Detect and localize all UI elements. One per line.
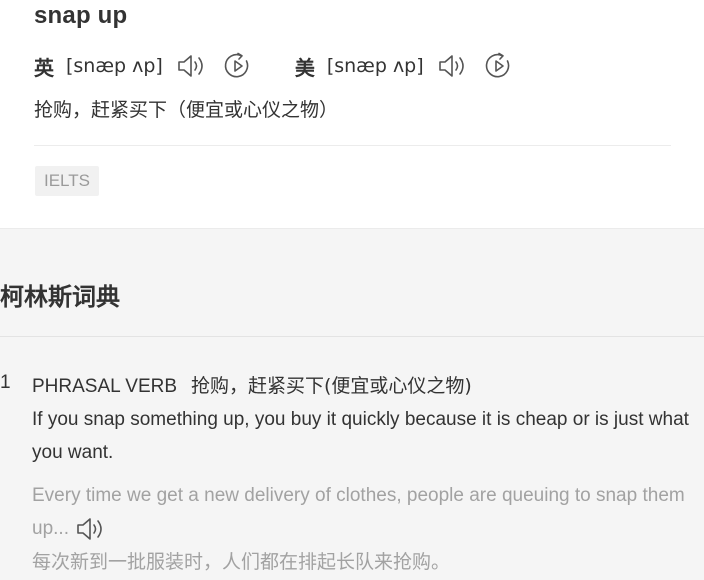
us-replay-icon[interactable] bbox=[482, 51, 516, 81]
sense-entry: PHRASAL VERB 抢购，赶紧买下(便宜或心仪之物) If you snap… bbox=[32, 371, 702, 579]
basic-definition: 抢购，赶紧买下（便宜或心仪之物） bbox=[34, 99, 339, 121]
uk-replay-icon[interactable] bbox=[221, 51, 255, 81]
example-speaker-icon[interactable] bbox=[75, 515, 107, 543]
divider bbox=[34, 145, 671, 146]
divider bbox=[0, 336, 704, 337]
sense-heading: PHRASAL VERB 抢购，赶紧买下(便宜或心仪之物) bbox=[32, 371, 702, 402]
example-translation: 每次新到一批服装时，人们都在排起长队来抢购。 bbox=[32, 551, 451, 573]
example-english: Every time we get a new delivery of clot… bbox=[32, 485, 685, 539]
uk-phonetic: [snæp ʌp] bbox=[66, 55, 163, 77]
us-phonetic: [snæp ʌp] bbox=[326, 55, 424, 77]
uk-speaker-icon[interactable] bbox=[175, 51, 209, 81]
pronunciation-row: 英 [snæp ʌp] 美 [snæp ʌp] bbox=[34, 50, 528, 82]
us-speaker-icon[interactable] bbox=[436, 51, 470, 81]
exam-tag[interactable]: IELTS bbox=[35, 166, 99, 196]
word-header-card: snap up 英 [snæp ʌp] 美 [snæp ʌp] 抢购，赶紧买下（… bbox=[0, 0, 704, 228]
part-of-speech: PHRASAL VERB bbox=[32, 376, 178, 397]
section-title: 柯林斯词典 bbox=[0, 283, 120, 311]
us-label: 美 bbox=[294, 55, 315, 80]
example-sentence: Every time we get a new delivery of clot… bbox=[32, 479, 702, 545]
sense-number: 1 bbox=[0, 372, 11, 393]
uk-label: 英 bbox=[34, 55, 54, 80]
chinese-definition: 抢购，赶紧买下(便宜或心仪之物) bbox=[191, 375, 472, 397]
headword: snap up bbox=[34, 2, 128, 29]
collins-section: 柯林斯词典 1 PHRASAL VERB 抢购，赶紧买下(便宜或心仪之物) If … bbox=[0, 228, 704, 580]
english-definition: If you snap something up, you buy it qui… bbox=[32, 409, 689, 463]
